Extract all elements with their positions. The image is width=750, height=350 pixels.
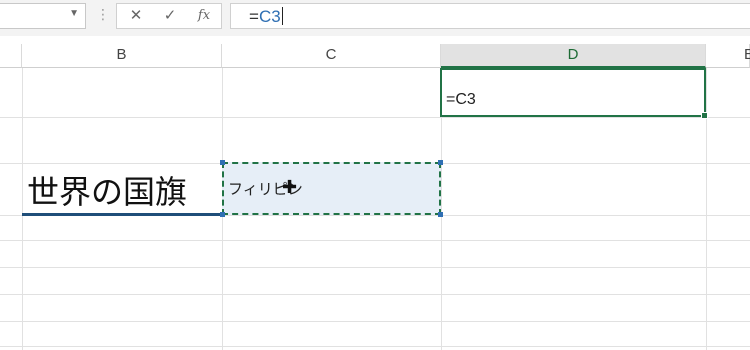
formula-reference: C3: [258, 7, 281, 26]
enter-icon[interactable]: ✓: [159, 6, 181, 26]
row-line: [0, 117, 750, 118]
column-header-c[interactable]: C: [222, 44, 441, 68]
selection-handle[interactable]: [220, 212, 225, 217]
fill-handle[interactable]: [701, 112, 708, 119]
row-line: [0, 267, 750, 268]
row-line: [0, 294, 750, 295]
cell-d2-value: =C3: [446, 91, 476, 108]
cell-bottom-border: [22, 213, 222, 216]
cell-b3[interactable]: 世界の国旗: [22, 163, 222, 216]
name-box[interactable]: ▼: [0, 3, 86, 29]
formula-input[interactable]: =C3: [230, 3, 750, 29]
selection-handle[interactable]: [438, 212, 443, 217]
cell-b3-value: 世界の国旗: [27, 174, 188, 210]
column-line: [706, 68, 707, 350]
column-header-d[interactable]: D: [441, 44, 706, 68]
formula-prefix: =: [249, 7, 259, 26]
cell-cursor-icon: ✚: [282, 177, 298, 197]
insert-function-icon[interactable]: fx: [193, 6, 215, 26]
cancel-icon[interactable]: ✕: [125, 6, 147, 26]
row-line: [0, 346, 750, 347]
column-header-b[interactable]: B: [22, 44, 222, 68]
row-line: [0, 240, 750, 241]
selection-handle[interactable]: [438, 160, 443, 165]
formula-text[interactable]: =C3: [249, 7, 283, 27]
column-header-e[interactable]: E: [706, 44, 750, 68]
formula-bar: ▼ ⋮ ✕ ✓ fx =C3: [0, 0, 750, 36]
row-line: [0, 321, 750, 322]
cell-c3[interactable]: フィリピン: [222, 162, 441, 215]
selection-handle[interactable]: [220, 160, 225, 165]
cell-d2[interactable]: =C3: [440, 68, 708, 119]
spreadsheet-grid[interactable]: B C D E =C3 世界の国旗 フィリピン ✚: [0, 36, 750, 350]
chevron-down-icon[interactable]: ▼: [69, 8, 79, 19]
more-options-icon[interactable]: ⋮: [96, 6, 110, 23]
formula-buttons: ✕ ✓ fx: [116, 3, 222, 29]
column-header-a[interactable]: [0, 44, 22, 68]
text-caret: [281, 7, 283, 25]
